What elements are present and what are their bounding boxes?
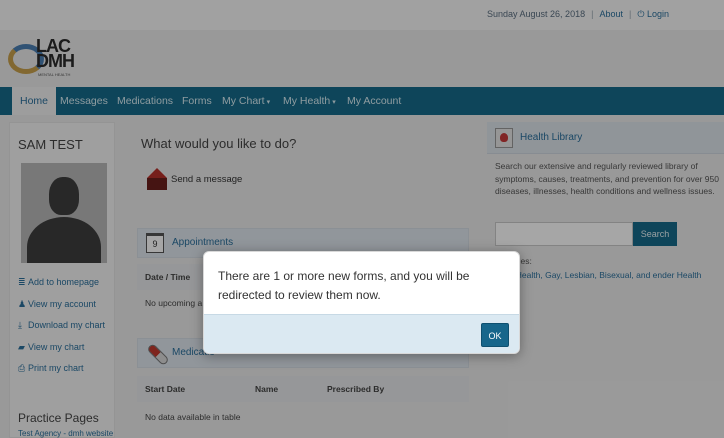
forms-redirect-dialog: There are 1 or more new forms, and you w…	[203, 251, 520, 354]
modal-backdrop[interactable]	[0, 0, 724, 438]
dialog-message: There are 1 or more new forms, and you w…	[218, 269, 470, 302]
ok-button[interactable]: OK	[481, 323, 509, 347]
dialog-footer: OK	[204, 314, 519, 353]
